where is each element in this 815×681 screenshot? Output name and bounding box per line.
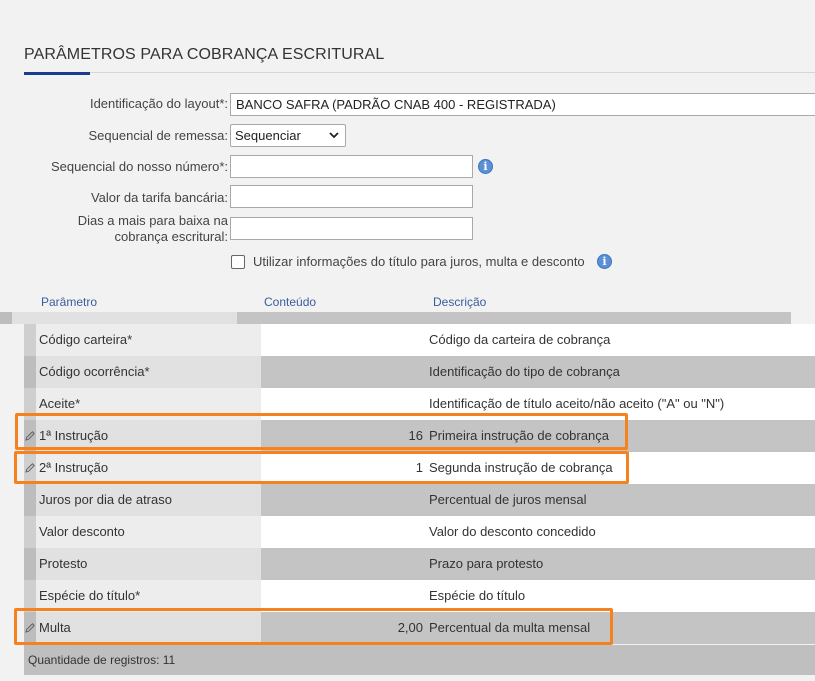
row-edit-cell: [24, 516, 36, 548]
highlight-box-1a-instrucao: [15, 413, 628, 450]
grid-partial-row: [0, 312, 791, 324]
description-cell: Valor do desconto concedido: [427, 516, 815, 548]
remessa-select[interactable]: Sequenciar: [230, 124, 346, 147]
table-row[interactable]: Código carteira* Código da carteira de co…: [24, 324, 815, 356]
checkbox-label: Utilizar informações do título para juro…: [253, 254, 585, 269]
grid-header: Parâmetro Conteúdo Descrição: [24, 290, 815, 314]
highlight-box-multa: [14, 608, 613, 645]
column-header-conteudo[interactable]: Conteúdo: [264, 295, 316, 309]
dias-label-line1: Dias a mais para baixa na: [77, 213, 228, 228]
column-header-parametro[interactable]: Parâmetro: [41, 295, 97, 309]
description-cell: Prazo para protesto: [427, 548, 815, 580]
tarifa-input[interactable]: [230, 185, 473, 208]
param-cell: Código carteira*: [36, 324, 261, 356]
row-edit-cell: [24, 356, 36, 388]
row-edit-cell: [24, 548, 36, 580]
param-cell: Juros por dia de atraso: [36, 484, 261, 516]
tarifa-label: Valor da tarifa bancária:: [90, 190, 228, 205]
table-row[interactable]: Código ocorrência* Identificação do tipo …: [24, 356, 815, 388]
remessa-selected-value: Sequenciar: [235, 128, 301, 143]
value-cell[interactable]: [261, 356, 427, 388]
page-title: PARÂMETROS PARA COBRANÇA ESCRITURAL: [24, 46, 385, 63]
description-cell: Identificação do tipo de cobrança: [427, 356, 815, 388]
row-edit-cell: [24, 484, 36, 516]
table-row[interactable]: Juros por dia de atraso Percentual de jur…: [24, 484, 815, 516]
param-cell: Valor desconto: [36, 516, 261, 548]
table-row[interactable]: Valor desconto Valor do desconto concedid…: [24, 516, 815, 548]
chevron-down-icon: [329, 132, 339, 139]
grid-footer: Quantidade de registros: 11: [24, 645, 815, 675]
row-edit-cell: [24, 324, 36, 356]
title-divider: [24, 72, 815, 73]
table-row[interactable]: Protesto Prazo para protesto: [24, 548, 815, 580]
title-accent-underline: [24, 72, 90, 75]
value-cell[interactable]: [261, 516, 427, 548]
highlight-box-2a-instrucao: [14, 451, 629, 484]
value-cell[interactable]: [261, 324, 427, 356]
value-cell[interactable]: [261, 548, 427, 580]
juros-multa-checkbox[interactable]: [231, 255, 245, 269]
layout-label: Identificação do layout*:: [89, 96, 228, 111]
dias-input[interactable]: [230, 217, 473, 240]
info-icon[interactable]: [597, 254, 612, 269]
dias-label: Dias a mais para baixa na cobrança escri…: [78, 213, 228, 245]
layout-field[interactable]: BANCO SAFRA (PADRÃO CNAB 400 - REGISTRAD…: [230, 93, 815, 116]
dias-label-line2: cobrança escritural:: [114, 229, 228, 244]
param-cell: Protesto: [36, 548, 261, 580]
column-header-descricao[interactable]: Descrição: [433, 295, 486, 309]
info-icon[interactable]: [478, 159, 493, 174]
value-cell[interactable]: [261, 484, 427, 516]
description-cell: Percentual de juros mensal: [427, 484, 815, 516]
nosso-numero-input[interactable]: [230, 155, 473, 178]
nosso-numero-label: Sequencial do nosso número*:: [50, 159, 228, 174]
description-cell: Código da carteira de cobrança: [427, 324, 815, 356]
param-cell: Código ocorrência*: [36, 356, 261, 388]
remessa-label: Sequencial de remessa:: [88, 128, 228, 143]
